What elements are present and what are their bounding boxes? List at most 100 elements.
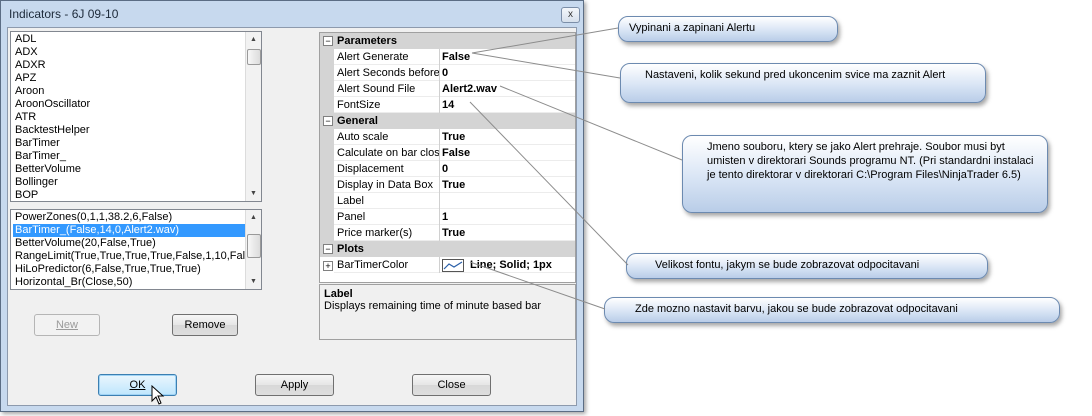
apply-button[interactable]: Apply — [255, 374, 334, 396]
list-item[interactable]: ADL — [13, 33, 243, 46]
list-item[interactable]: Bollinger — [13, 176, 243, 189]
scroll-thumb[interactable] — [247, 49, 261, 65]
property-name: Calculate on bar close — [334, 145, 440, 161]
available-indicators-list[interactable]: ADL ADX ADXR APZ Aroon AroonOscillator ATR Back… — [10, 31, 262, 202]
property-row-bartimercolor[interactable]: + BarTimerColor Line; Solid; 1px — [320, 257, 575, 273]
property-value[interactable]: 14 — [442, 97, 454, 113]
callout-fontsize: Velikost fontu, jakym se bude zobrazovat… — [626, 253, 988, 279]
property-value[interactable]: Alert2.wav — [442, 81, 497, 97]
property-row[interactable]: Alert Sound File Alert2.wav — [320, 81, 575, 97]
property-row[interactable]: Panel 1 — [320, 209, 575, 225]
expand-icon[interactable]: + — [323, 261, 333, 271]
property-value[interactable]: True — [442, 129, 465, 145]
callout-text: Jmeno souboru, ktery se jako Alert prehr… — [707, 141, 1034, 181]
row-gutter — [320, 177, 334, 193]
applied-indicators-list[interactable]: PowerZones(0,1,1,38.2,6,False) BarTimer_(… — [10, 209, 262, 290]
property-help-panel: Label Displays remaining time of minute … — [319, 284, 576, 340]
row-gutter — [320, 225, 334, 241]
property-value[interactable]: True — [442, 225, 465, 241]
list-item[interactable]: Horizontal_Br(Close,50) — [13, 276, 245, 289]
property-row[interactable]: Alert Seconds before 0 — [320, 65, 575, 81]
property-name: Alert Seconds before — [334, 65, 440, 81]
category-title: Parameters — [337, 35, 397, 47]
scroll-down-arrow-icon[interactable]: ▼ — [246, 274, 261, 289]
list-item[interactable]: ADX — [13, 46, 243, 59]
close-button[interactable]: Close — [412, 374, 491, 396]
list-item[interactable]: AroonOscillator — [13, 98, 243, 111]
property-value[interactable]: True — [442, 177, 465, 193]
row-gutter — [320, 81, 334, 97]
new-button-label: New — [55, 319, 78, 331]
category-general[interactable]: − General — [320, 113, 575, 129]
property-value[interactable]: 0 — [442, 161, 448, 177]
property-value[interactable]: False — [442, 145, 470, 161]
category-plots[interactable]: − Plots — [320, 241, 575, 257]
list-item[interactable]: BetterVolume — [13, 163, 243, 176]
property-value[interactable]: Line; Solid; 1px — [442, 257, 552, 273]
list-item[interactable]: APZ — [13, 72, 243, 85]
property-name: Display in Data Box — [334, 177, 440, 193]
callout-sound-file: Jmeno souboru, ktery se jako Alert prehr… — [682, 135, 1048, 213]
list-item[interactable]: BOP — [13, 189, 243, 201]
apply-button-label: Apply — [280, 379, 309, 391]
callout-color: Zde mozno nastavit barvu, jakou se bude … — [604, 297, 1060, 323]
category-parameters[interactable]: − Parameters — [320, 33, 575, 49]
row-gutter — [320, 129, 334, 145]
collapse-icon[interactable]: − — [323, 244, 333, 254]
category-title: Plots — [337, 243, 364, 255]
list-item[interactable]: PowerZones(0,1,1,38.2,6,False) — [13, 211, 245, 224]
available-indicators-scrollbar[interactable]: ▲ ▼ — [245, 32, 261, 201]
available-indicators-rows: ADL ADX ADXR APZ Aroon AroonOscillator ATR Back… — [13, 33, 243, 201]
list-item[interactable]: BetterVolume(20,False,True) — [13, 237, 245, 250]
row-gutter: + — [320, 257, 334, 273]
applied-indicators-scrollbar[interactable]: ▲ ▼ — [245, 210, 261, 289]
list-item[interactable]: ADXR — [13, 59, 243, 72]
property-row[interactable]: Displacement 0 — [320, 161, 575, 177]
list-item[interactable]: Aroon — [13, 85, 243, 98]
list-item[interactable]: BacktestHelper — [13, 124, 243, 137]
collapse-icon[interactable]: − — [323, 116, 333, 126]
scroll-thumb[interactable] — [247, 234, 261, 258]
row-gutter — [320, 209, 334, 225]
collapse-icon[interactable]: − — [323, 36, 333, 46]
ok-button[interactable]: OK — [98, 374, 177, 396]
list-item[interactable]: HiLoPredictor(6,False,True,True,True) — [13, 263, 245, 276]
scroll-down-arrow-icon[interactable]: ▼ — [246, 186, 261, 201]
new-button[interactable]: New — [34, 314, 100, 336]
ok-button-label: OK — [129, 379, 146, 391]
property-name: Alert Sound File — [334, 81, 440, 97]
scroll-up-arrow-icon[interactable]: ▲ — [246, 210, 261, 225]
property-value[interactable]: 1 — [442, 209, 448, 225]
list-item[interactable]: RangeLimit(True,True,True,True,False,1,1… — [13, 250, 260, 263]
row-gutter — [320, 97, 334, 113]
list-item[interactable]: BarTimer_ — [13, 150, 243, 163]
line-color-swatch-icon — [442, 258, 464, 272]
property-name: BarTimerColor — [334, 257, 440, 273]
property-row[interactable]: Auto scale True — [320, 129, 575, 145]
property-row[interactable]: Display in Data Box True — [320, 177, 575, 193]
property-name: Label — [334, 193, 440, 209]
callout-text: Vypinani a zapinani Alertu — [629, 22, 756, 34]
callout-text: Nastaveni, kolik sekund pred ukoncenim s… — [645, 69, 946, 81]
property-row[interactable]: FontSize 14 — [320, 97, 575, 113]
remove-button[interactable]: Remove — [172, 314, 238, 336]
row-gutter — [320, 193, 334, 209]
property-value[interactable]: False — [442, 49, 470, 65]
property-name: Displacement — [334, 161, 440, 177]
property-row[interactable]: Price marker(s) True — [320, 225, 575, 241]
list-item[interactable]: BarTimer — [13, 137, 243, 150]
title-bar[interactable]: Indicators - 6J 09-10 x — [1, 1, 583, 27]
row-gutter — [320, 65, 334, 81]
property-row[interactable]: Label — [320, 193, 575, 209]
applied-indicators-rows: PowerZones(0,1,1,38.2,6,False) BarTimer_(… — [13, 211, 260, 289]
property-grid[interactable]: − Parameters Alert Generate False Alert Se… — [319, 32, 576, 283]
scroll-up-arrow-icon[interactable]: ▲ — [246, 32, 261, 47]
property-value[interactable]: 0 — [442, 65, 448, 81]
property-name: Panel — [334, 209, 440, 225]
list-item[interactable]: ATR — [13, 111, 243, 124]
close-window-button[interactable]: x — [561, 7, 580, 23]
list-item[interactable]: BarTimer_(False,14,0,Alert2.wav) — [13, 224, 245, 237]
property-row[interactable]: Alert Generate False — [320, 49, 575, 65]
property-row[interactable]: Calculate on bar close False — [320, 145, 575, 161]
callout-alert-toggle: Vypinani a zapinani Alertu — [618, 16, 838, 42]
